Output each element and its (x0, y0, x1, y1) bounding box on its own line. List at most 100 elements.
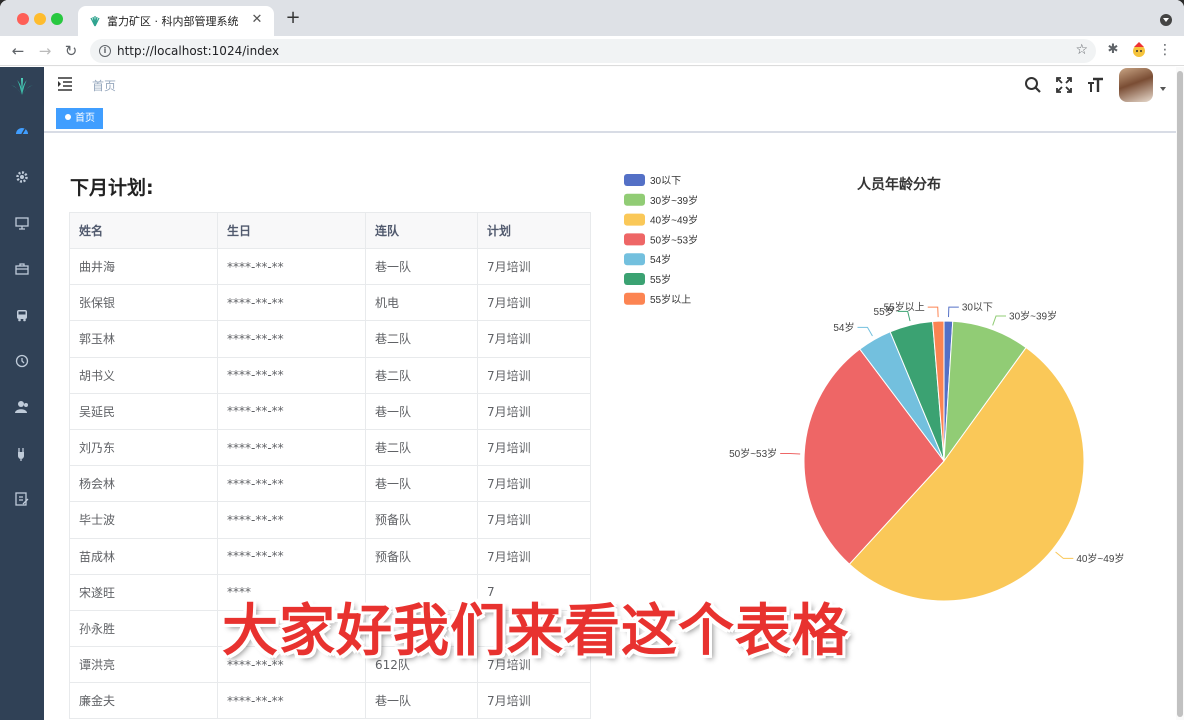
table-cell: 7月培训 (477, 356, 591, 394)
maximize-window-button[interactable] (51, 13, 63, 25)
table-cell: ****-**-** (217, 284, 366, 322)
monitor-icon[interactable] (14, 215, 30, 231)
new-tab-button[interactable]: + (283, 8, 303, 28)
search-icon[interactable] (1024, 76, 1042, 94)
legend-label[interactable]: 30以下 (650, 176, 681, 187)
close-window-button[interactable] (17, 13, 29, 25)
browser-window: 富力矿区 · 科内部管理系统 ✕ + ← → ↻ i http://localh… (0, 0, 1184, 720)
legend-swatch[interactable] (624, 193, 645, 206)
avatar-caret-down-icon[interactable] (1160, 87, 1166, 91)
legend-swatch[interactable] (624, 292, 645, 305)
table-cell: 7月培训 (477, 320, 591, 358)
table-cell: 预备队 (365, 501, 478, 539)
slice-label: 54岁 (833, 321, 854, 334)
history-icon[interactable] (14, 353, 30, 369)
slice-label: 50岁~53岁 (729, 447, 777, 460)
legend-label[interactable]: 50岁~53岁 (650, 233, 698, 246)
table-cell: 胡书义 (69, 356, 218, 394)
table-cell: ****-**-** (217, 247, 366, 286)
back-button[interactable]: ← (8, 41, 28, 61)
table-cell: 曲井海 (69, 247, 218, 286)
tab-search-icon[interactable] (1160, 14, 1172, 26)
gear-icon[interactable] (14, 169, 30, 185)
tag-home[interactable]: 首页 (56, 108, 103, 129)
table-cell: 7月培训 (477, 392, 591, 430)
label-line (1055, 551, 1074, 559)
column-header: 计划 (477, 212, 591, 249)
slice-label: 40岁~49岁 (1076, 552, 1124, 565)
app-sidebar (0, 67, 44, 720)
browser-tab[interactable]: 富力矿区 · 科内部管理系统 ✕ (78, 6, 274, 36)
table-cell: 巷一队 (365, 682, 478, 720)
legend-label[interactable]: 54岁 (650, 253, 671, 266)
address-bar[interactable]: i http://localhost:1024/index ☆ (90, 39, 1096, 63)
table-row: 郭玉林 ****-**-** 巷二队 7月培训 (69, 320, 591, 358)
table-cell: 7月培训 (477, 501, 591, 539)
plug-icon[interactable] (14, 445, 30, 461)
table-cell: 7月培训 (477, 682, 591, 720)
legend-label[interactable]: 55岁以上 (650, 293, 691, 306)
table-cell: 宋遂旺 (69, 573, 218, 611)
fullscreen-icon[interactable] (1055, 76, 1073, 94)
legend-swatch[interactable] (624, 213, 645, 226)
legend-swatch[interactable] (624, 233, 645, 246)
edit-icon[interactable] (14, 491, 30, 507)
table-cell: 吴延民 (69, 392, 218, 430)
slice-label: 30岁~39岁 (1009, 310, 1057, 323)
reload-button[interactable]: ↻ (61, 41, 81, 61)
table-row: 刘乃东 ****-**-** 巷二队 7月培训 (69, 428, 591, 467)
label-line (948, 306, 959, 318)
user-group-icon[interactable] (14, 399, 30, 415)
font-size-icon[interactable] (1086, 75, 1106, 95)
table-cell: 谭洪亮 (69, 646, 218, 684)
table-cell: 杨会林 (69, 465, 218, 503)
table-cell: ****-**-** (217, 320, 366, 358)
legend-label[interactable]: 40岁~49岁 (650, 214, 698, 227)
table-row: 杨会林 ****-**-** 巷一队 7月培训 (69, 465, 591, 503)
table-cell: 毕士波 (69, 501, 218, 539)
app-navbar: 首页 (44, 67, 1176, 103)
plan-title: 下月计划: (70, 177, 154, 199)
hamburger-icon[interactable] (57, 77, 73, 91)
table-cell: 机电 (365, 284, 478, 322)
legend-label[interactable]: 55岁 (650, 273, 671, 286)
column-header: 生日 (217, 212, 366, 249)
bus-icon[interactable] (14, 307, 30, 323)
table-cell: 郭玉林 (69, 320, 218, 358)
legend-swatch[interactable] (624, 273, 645, 285)
site-info-icon[interactable]: i (99, 45, 111, 57)
minimize-window-button[interactable] (34, 13, 46, 25)
dashboard-icon[interactable] (14, 123, 30, 139)
table-cell: 7月培训 (477, 247, 591, 286)
legend-swatch[interactable] (624, 174, 645, 186)
browser-toolbar: ← → ↻ i http://localhost:1024/index ☆ ✱ … (0, 36, 1184, 66)
bookmark-star-icon[interactable]: ☆ (1075, 42, 1088, 58)
table-cell: 巷一队 (365, 247, 478, 286)
page-scrollbar[interactable] (1176, 67, 1184, 720)
table-row: 吴延民 ****-**-** 巷一队 7月培训 (69, 392, 591, 430)
profile-icon[interactable] (1130, 41, 1148, 59)
table-cell: ****-**-** (217, 465, 366, 503)
tab-close-icon[interactable]: ✕ (248, 11, 266, 29)
column-header: 连队 (365, 212, 478, 249)
legend-swatch[interactable] (624, 253, 645, 266)
slice-label: 55岁以上 (884, 301, 925, 314)
legend-label[interactable]: 30岁~39岁 (650, 194, 698, 207)
table-row: 毕士波 ****-**-** 预备队 7月培训 (69, 501, 591, 539)
user-avatar[interactable] (1119, 68, 1153, 102)
label-line (857, 326, 873, 337)
browser-menu-icon[interactable]: ⋮ (1158, 41, 1172, 59)
table-cell: 刘乃东 (69, 428, 218, 467)
briefcase-icon[interactable] (14, 261, 30, 277)
url-text[interactable]: http://localhost:1024/index (117, 44, 279, 58)
forward-button[interactable]: → (35, 41, 55, 61)
table-cell: 巷二队 (365, 356, 478, 394)
active-tag-dot-icon (65, 114, 71, 120)
extensions-puzzle-icon[interactable]: ✱ (1104, 42, 1122, 60)
label-line (992, 315, 1007, 326)
table-cell: 7月培训 (477, 465, 591, 503)
chart-title: 人员年龄分布 (857, 176, 941, 192)
scroll-thumb[interactable] (1177, 71, 1183, 717)
table-cell: ****-**-** (217, 356, 366, 394)
table-cell: 孙永胜 (69, 609, 218, 648)
